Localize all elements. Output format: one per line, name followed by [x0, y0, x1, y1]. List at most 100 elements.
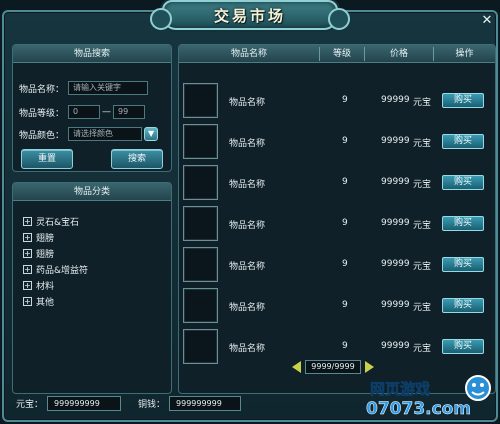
item-name-label: 物品名称： — [19, 84, 65, 95]
trade-market-window: 物品搜索 物品名称： 请输入关键字 物品等级： 0 — 99 物品颜色： 请选择… — [2, 10, 498, 422]
item-search-panel: 物品搜索 物品名称： 请输入关键字 物品等级： 0 — 99 物品颜色： 请选择… — [12, 44, 172, 172]
item-price: 99999 — [381, 259, 410, 269]
expand-plus-icon[interactable]: + — [23, 297, 32, 306]
color-row: 物品颜色： 请选择颜色 ▼ — [19, 127, 159, 141]
table-row: 物品名称 9 99999 元宝 购买 — [183, 247, 493, 284]
close-icon[interactable]: ✕ — [480, 14, 494, 28]
table-row: 物品名称 9 99999 元宝 购买 — [183, 288, 493, 325]
category-label: 翅膀 — [36, 234, 55, 244]
level-max-input[interactable]: 99 — [113, 105, 146, 119]
item-icon-slot[interactable] — [183, 288, 218, 323]
category-label: 药品&增益符 — [36, 266, 89, 276]
item-icon-slot[interactable] — [183, 124, 218, 159]
col-action: 操作 — [455, 49, 474, 59]
item-category-panel: 物品分类 + 灵石&宝石 + 翅膀 + 翅膀 + 药品&增益符 + 材料 + 其… — [12, 182, 172, 394]
category-label: 材料 — [36, 282, 55, 292]
yuanbao-value: 999999999 — [47, 396, 122, 411]
watermark-line2: 07073.com — [366, 399, 471, 419]
item-color-select[interactable]: 请选择颜色 — [68, 127, 143, 141]
pagination: 9999/9999 — [292, 360, 374, 374]
item-level-label: 物品等级： — [19, 108, 65, 119]
item-price: 99999 — [381, 300, 410, 310]
expand-plus-icon[interactable]: + — [23, 281, 32, 290]
category-item[interactable]: + 灵石&宝石 — [23, 215, 79, 228]
list-header: 物品名称 等级 价格 操作 — [179, 45, 495, 63]
buy-button[interactable]: 购买 — [442, 216, 484, 231]
item-category-header: 物品分类 — [13, 183, 171, 201]
item-currency: 元宝 — [413, 303, 432, 313]
category-label: 灵石&宝石 — [36, 218, 80, 228]
chevron-down-icon[interactable]: ▼ — [144, 127, 159, 141]
watermark-graphic: 网页游戏 07073.com — [366, 375, 491, 419]
item-icon-slot[interactable] — [183, 329, 218, 364]
watermark-line1: 网页游戏 — [370, 380, 430, 398]
buy-button[interactable]: 购买 — [442, 339, 484, 354]
item-search-header: 物品搜索 — [13, 45, 171, 63]
item-currency: 元宝 — [413, 221, 432, 231]
item-name: 物品名称 — [229, 180, 266, 190]
category-label: 翅膀 — [36, 250, 55, 260]
item-level: 9 — [342, 136, 348, 146]
yuanbao-label: 元宝： — [16, 400, 44, 410]
item-name: 物品名称 — [229, 221, 266, 231]
expand-plus-icon[interactable]: + — [23, 249, 32, 258]
item-name: 物品名称 — [229, 98, 266, 108]
category-item[interactable]: + 翅膀 — [23, 231, 54, 244]
item-name: 物品名称 — [229, 344, 266, 354]
item-level: 9 — [342, 218, 348, 228]
window-title: 交易市场 — [213, 6, 286, 25]
category-label: 其他 — [36, 298, 55, 308]
item-currency: 元宝 — [413, 139, 432, 149]
site-watermark: 网页游戏 07073.com — [366, 372, 496, 420]
item-level: 9 — [342, 341, 348, 351]
reset-button[interactable]: 重置 — [21, 149, 73, 169]
col-level: 等级 — [332, 49, 351, 59]
item-name: 物品名称 — [229, 262, 266, 272]
name-row: 物品名称： 请输入关键字 — [19, 81, 149, 95]
copper-balance: 铜钱： 999999999 — [138, 396, 242, 411]
item-name: 物品名称 — [229, 139, 266, 149]
item-currency: 元宝 — [413, 344, 432, 354]
item-price: 99999 — [381, 95, 410, 105]
page-indicator: 9999/9999 — [305, 360, 361, 374]
item-name: 物品名称 — [229, 303, 266, 313]
buy-button[interactable]: 购买 — [442, 175, 484, 190]
category-item[interactable]: + 翅膀 — [23, 247, 54, 260]
item-price: 99999 — [381, 136, 410, 146]
prev-page-icon[interactable] — [292, 361, 301, 373]
level-range-dash: — — [102, 107, 112, 117]
category-item[interactable]: + 药品&增益符 — [23, 263, 88, 276]
copper-value: 999999999 — [169, 396, 242, 411]
copper-label: 铜钱： — [138, 400, 166, 410]
item-currency: 元宝 — [413, 180, 432, 190]
expand-plus-icon[interactable]: + — [23, 233, 32, 242]
category-item[interactable]: + 其他 — [23, 295, 54, 308]
search-button[interactable]: 搜索 — [111, 149, 163, 169]
item-currency: 元宝 — [413, 262, 432, 272]
item-level: 9 — [342, 300, 348, 310]
item-list-panel: 物品名称 等级 价格 操作 物品名称 9 99999 元宝 购买 物品名称 9 … — [178, 44, 496, 394]
window-title-plate: 交易市场 — [150, 0, 350, 30]
expand-plus-icon[interactable]: + — [23, 265, 32, 274]
item-level: 9 — [342, 177, 348, 187]
item-icon-slot[interactable] — [183, 83, 218, 118]
table-row: 物品名称 9 99999 元宝 购买 — [183, 83, 493, 120]
item-icon-slot[interactable] — [183, 247, 218, 282]
expand-plus-icon[interactable]: + — [23, 217, 32, 226]
buy-button[interactable]: 购买 — [442, 257, 484, 272]
buy-button[interactable]: 购买 — [442, 298, 484, 313]
yuanbao-balance: 元宝： 999999999 — [16, 396, 122, 411]
buy-button[interactable]: 购买 — [442, 134, 484, 149]
category-item[interactable]: + 材料 — [23, 279, 54, 292]
item-icon-slot[interactable] — [183, 206, 218, 241]
item-price: 99999 — [381, 177, 410, 187]
item-price: 99999 — [381, 218, 410, 228]
col-price: 价格 — [389, 49, 408, 59]
item-name-input[interactable]: 请输入关键字 — [68, 81, 149, 95]
table-row: 物品名称 9 99999 元宝 购买 — [183, 124, 493, 161]
item-icon-slot[interactable] — [183, 165, 218, 200]
buy-button[interactable]: 购买 — [442, 93, 484, 108]
level-min-input[interactable]: 0 — [68, 105, 101, 119]
item-level: 9 — [342, 259, 348, 269]
item-currency: 元宝 — [413, 98, 432, 108]
